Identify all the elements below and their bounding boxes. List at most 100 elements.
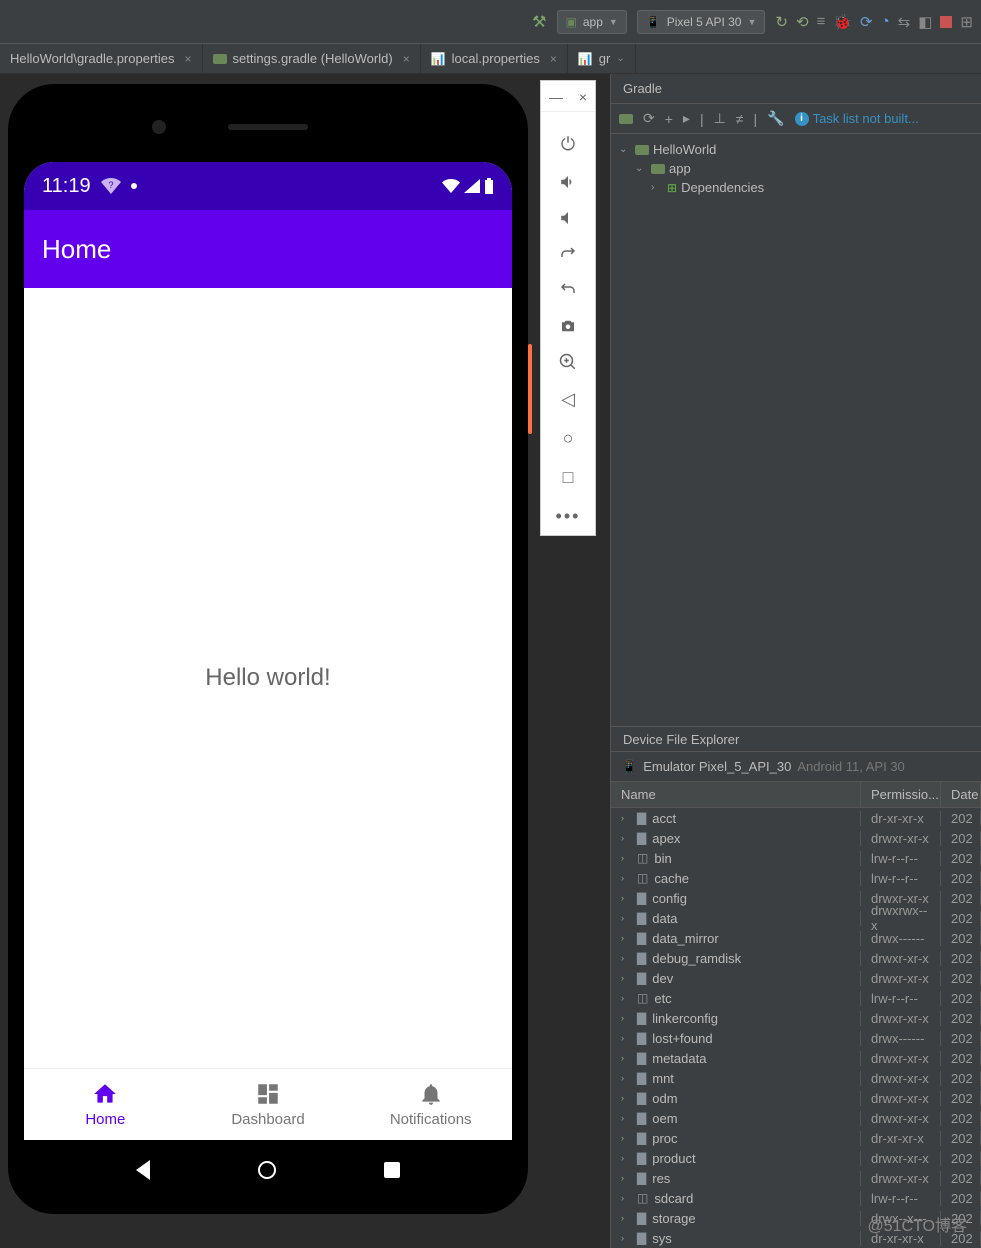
system-overview-button[interactable]	[384, 1162, 400, 1178]
stop-icon[interactable]: ▸	[683, 110, 690, 127]
apply-changes-icon[interactable]: ⟲	[796, 13, 809, 31]
chevron-right-icon[interactable]: ›	[621, 973, 631, 983]
chevron-right-icon[interactable]: ›	[621, 813, 631, 823]
build-icon[interactable]: ⚒	[532, 12, 546, 32]
file-row[interactable]: ›▇data_mirrordrwx------202	[611, 928, 981, 948]
close-icon[interactable]: ×	[185, 52, 192, 66]
chevron-right-icon[interactable]: ›	[621, 953, 631, 963]
stop-icon[interactable]	[940, 16, 952, 28]
column-permissions[interactable]: Permissio...	[861, 782, 941, 807]
column-name[interactable]: Name	[611, 782, 861, 807]
file-row[interactable]: ›▇lost+founddrwx------202	[611, 1028, 981, 1048]
wrench-icon[interactable]: 🔧	[767, 110, 784, 127]
editor-tab[interactable]: 📊 local.properties ×	[421, 44, 568, 73]
file-row[interactable]: ›▇productdrwxr-xr-x202	[611, 1148, 981, 1168]
chevron-down-icon[interactable]: ⌄	[619, 144, 631, 155]
file-row[interactable]: ›▇mntdrwxr-xr-x202	[611, 1068, 981, 1088]
chevron-right-icon[interactable]: ›	[621, 1053, 631, 1063]
file-row[interactable]: ›◫sdcardlrw-r--r--202	[611, 1188, 981, 1208]
chevron-right-icon[interactable]: ›	[621, 1213, 631, 1223]
file-row[interactable]: ›▇acctdr-xr-xr-x202	[611, 808, 981, 828]
plus-icon[interactable]: +	[665, 111, 673, 127]
file-row[interactable]: ›◫binlrw-r--r--202	[611, 848, 981, 868]
volume-down-icon[interactable]	[559, 209, 577, 227]
file-row[interactable]: ›◫cachelrw-r--r--202	[611, 868, 981, 888]
chevron-right-icon[interactable]: ›	[621, 1093, 631, 1103]
rotate-left-icon[interactable]	[559, 245, 577, 263]
chevron-right-icon[interactable]: ›	[621, 1153, 631, 1163]
system-back-button[interactable]	[136, 1160, 150, 1180]
file-row[interactable]: ›▇oemdrwxr-xr-x202	[611, 1108, 981, 1128]
volume-up-icon[interactable]	[559, 173, 577, 191]
minimize-icon[interactable]: —	[549, 89, 563, 105]
file-row[interactable]: ›▇resdrwxr-xr-x202	[611, 1168, 981, 1188]
device-power-button[interactable]	[528, 344, 532, 434]
toggle-icon[interactable]: ≠	[736, 111, 744, 127]
file-row[interactable]: ›▇devdrwxr-xr-x202	[611, 968, 981, 988]
nav-item-dashboard[interactable]: Dashboard	[187, 1069, 350, 1140]
gradle-icon[interactable]	[619, 114, 633, 124]
zoom-icon[interactable]	[559, 353, 577, 371]
close-icon[interactable]: ×	[550, 52, 557, 66]
task-status[interactable]: i Task list not built...	[795, 111, 919, 126]
tree-row[interactable]: › ⊞ Dependencies	[611, 178, 981, 197]
expand-icon[interactable]: ⊥	[714, 110, 726, 127]
chevron-right-icon[interactable]: ›	[621, 993, 631, 1003]
attach-icon[interactable]: ⇆	[898, 13, 911, 31]
chevron-right-icon[interactable]: ›	[621, 1133, 631, 1143]
screenshot-icon[interactable]	[559, 317, 577, 335]
dfe-device-selector[interactable]: 📱 Emulator Pixel_5_API_30 Android 11, AP…	[611, 752, 981, 782]
back-icon[interactable]: ◁	[561, 389, 575, 410]
chevron-right-icon[interactable]: ›	[621, 1233, 631, 1243]
chevron-right-icon[interactable]: ›	[621, 853, 631, 863]
column-date[interactable]: Date	[941, 782, 981, 807]
run-icon[interactable]: ↻	[775, 13, 788, 31]
file-row[interactable]: ›◫etclrw-r--r--202	[611, 988, 981, 1008]
file-row[interactable]: ›▇debug_ramdiskdrwxr-xr-x202	[611, 948, 981, 968]
close-icon[interactable]: ×	[579, 89, 587, 105]
chevron-right-icon[interactable]: ›	[621, 1073, 631, 1083]
home-icon[interactable]: ○	[563, 428, 574, 449]
tree-row[interactable]: ⌄ HelloWorld	[611, 140, 981, 159]
system-home-button[interactable]	[258, 1161, 276, 1179]
chevron-right-icon[interactable]: ›	[621, 893, 631, 903]
chevron-right-icon[interactable]: ›	[621, 873, 631, 883]
more-icon[interactable]: •••	[556, 506, 581, 527]
rotate-right-icon[interactable]	[559, 281, 577, 299]
file-row[interactable]: ›▇linkerconfigdrwxr-xr-x202	[611, 1008, 981, 1028]
device-dropdown[interactable]: 📱 Pixel 5 API 30 ▼	[637, 10, 766, 34]
chevron-right-icon[interactable]: ›	[621, 913, 631, 923]
editor-tab[interactable]: settings.gradle (HelloWorld) ×	[203, 44, 421, 73]
file-row[interactable]: ›▇procdr-xr-xr-x202	[611, 1128, 981, 1148]
file-row[interactable]: ›▇odmdrwxr-xr-x202	[611, 1088, 981, 1108]
editor-tab[interactable]: 📊 gr ⌄	[568, 44, 636, 73]
run-config-dropdown[interactable]: ▣ app ▼	[557, 10, 627, 34]
power-icon[interactable]: ⏻	[561, 134, 575, 155]
chevron-right-icon[interactable]: ›	[621, 1113, 631, 1123]
sync-icon[interactable]: ⊞	[960, 13, 973, 31]
chevron-right-icon[interactable]: ›	[621, 933, 631, 943]
profiler-icon[interactable]: ⟳	[860, 13, 873, 31]
overview-icon[interactable]: □	[563, 467, 574, 488]
device-screen[interactable]: 11:19 ? x Home	[24, 162, 512, 1140]
debug-restart-icon[interactable]: ≡	[817, 13, 826, 30]
nav-item-home[interactable]: Home	[24, 1069, 187, 1140]
chevron-down-icon[interactable]: ⌄	[635, 163, 647, 174]
nav-item-notifications[interactable]: Notifications	[349, 1069, 512, 1140]
file-row[interactable]: ›▇apexdrwxr-xr-x202	[611, 828, 981, 848]
close-icon[interactable]: ×	[403, 52, 410, 66]
file-row[interactable]: ›▇metadatadrwxr-xr-x202	[611, 1048, 981, 1068]
avd-icon[interactable]: ◧	[918, 13, 932, 31]
coverage-icon[interactable]: ◔	[881, 13, 890, 30]
chevron-right-icon[interactable]: ›	[621, 1173, 631, 1183]
refresh-icon[interactable]: ⟳	[643, 110, 655, 127]
tree-row[interactable]: ⌄ app	[611, 159, 981, 178]
chevron-right-icon[interactable]: ›	[621, 1013, 631, 1023]
chevron-right-icon[interactable]: ›	[621, 833, 631, 843]
debug-icon[interactable]: 🐞	[833, 13, 852, 31]
chevron-right-icon[interactable]: ›	[651, 182, 663, 193]
chevron-down-icon[interactable]: ⌄	[616, 53, 624, 64]
file-row[interactable]: ›▇datadrwxrwx--x202	[611, 908, 981, 928]
chevron-right-icon[interactable]: ›	[621, 1193, 631, 1203]
chevron-right-icon[interactable]: ›	[621, 1033, 631, 1043]
